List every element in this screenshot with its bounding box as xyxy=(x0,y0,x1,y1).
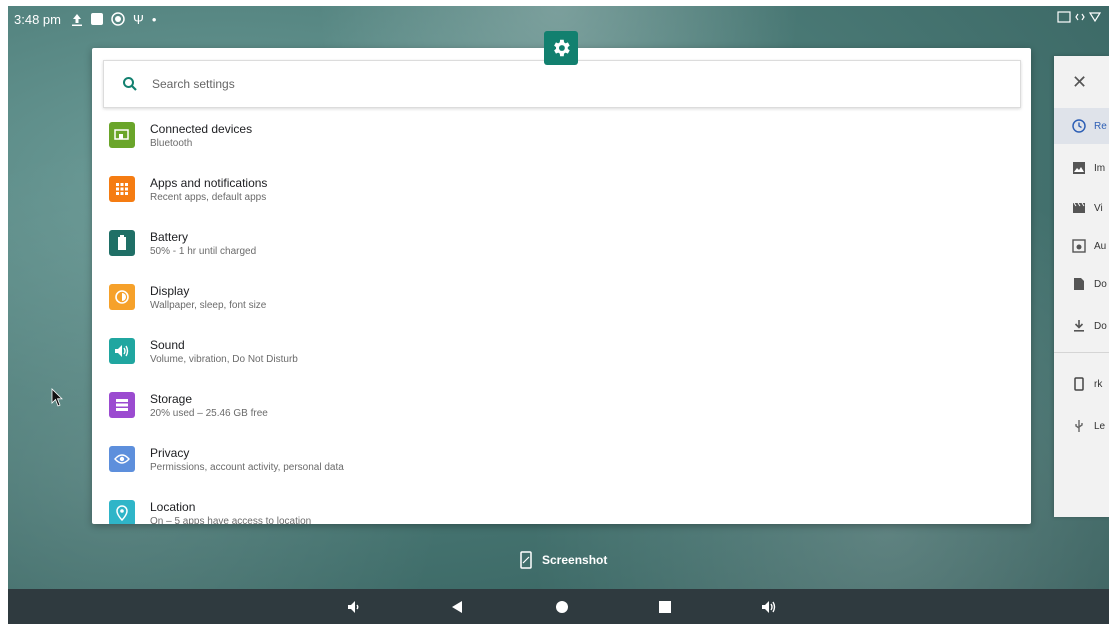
display-icon xyxy=(109,284,135,310)
back-button[interactable] xyxy=(448,598,466,616)
recent-icon xyxy=(1072,119,1086,133)
screenshot-label: Screenshot xyxy=(542,553,608,567)
downloads-icon xyxy=(1074,320,1084,332)
settings-window: Connected devices Bluetooth Apps and not… xyxy=(92,48,1031,524)
search-icon xyxy=(123,77,137,91)
item-title: Location xyxy=(150,500,196,514)
dot-icon: • xyxy=(151,11,157,27)
drawer-item-videos[interactable]: Vi xyxy=(1054,190,1109,226)
usb-debug-icon: Ψ xyxy=(132,11,144,27)
drawer-item-audio[interactable]: Au xyxy=(1054,228,1109,264)
item-subtitle: 20% used – 25.46 GB free xyxy=(150,408,268,419)
phone-icon xyxy=(1074,377,1084,391)
videos-icon xyxy=(1073,202,1085,213)
item-subtitle: Permissions, account activity, personal … xyxy=(150,462,344,473)
drawer-item-label: Au xyxy=(1094,240,1107,252)
apps-icon xyxy=(109,176,135,202)
home-icon xyxy=(556,601,568,613)
privacy-icon xyxy=(109,446,135,472)
drawer-item-downloads[interactable]: Do xyxy=(1054,308,1109,344)
search-bar[interactable] xyxy=(103,60,1021,108)
settings-item-display[interactable]: Display Wallpaper, sleep, font size xyxy=(92,276,1031,330)
images-icon xyxy=(1073,162,1085,174)
navigation-bar xyxy=(8,589,1109,624)
audio-icon xyxy=(1072,239,1086,253)
recents-button[interactable] xyxy=(656,598,674,616)
drawer-item-label: Do xyxy=(1094,278,1107,290)
drawer-item-label: Le xyxy=(1094,420,1106,432)
volume-up-icon xyxy=(762,601,776,613)
item-title: Sound xyxy=(150,338,185,352)
item-subtitle: Volume, vibration, Do Not Disturb xyxy=(150,354,298,365)
status-time: 3:48 pm xyxy=(14,11,61,27)
screen-record-icon xyxy=(111,12,125,26)
settings-item-connected-devices[interactable]: Connected devices Bluetooth xyxy=(92,114,1031,168)
search-input[interactable] xyxy=(150,76,754,92)
sound-icon xyxy=(109,338,135,364)
back-icon xyxy=(452,601,462,613)
drawer-item-documents[interactable]: Do xyxy=(1054,266,1109,302)
drawer-item-recent[interactable]: Re xyxy=(1054,108,1109,144)
screenshot-icon xyxy=(520,551,532,569)
screenshot-chip[interactable]: Screenshot xyxy=(520,551,607,569)
wifi-icon xyxy=(1089,12,1101,23)
item-subtitle: On – 5 apps have access to location xyxy=(150,516,312,524)
settings-item-privacy[interactable]: Privacy Permissions, account activity, p… xyxy=(92,438,1031,492)
drawer-item-device[interactable]: rk xyxy=(1054,366,1109,402)
item-title: Connected devices xyxy=(150,122,253,136)
drawer-divider xyxy=(1054,352,1109,353)
item-title: Display xyxy=(150,284,190,298)
item-subtitle: Wallpaper, sleep, font size xyxy=(150,300,267,311)
drawer-item-images[interactable]: Im xyxy=(1054,150,1109,186)
item-title: Storage xyxy=(150,392,193,406)
status-bar: 3:48 pm Ψ • xyxy=(8,6,1109,32)
file-picker-drawer: ✕ Re Im Vi Au Do Do rk Le xyxy=(1054,56,1109,517)
documents-icon xyxy=(1074,278,1084,290)
upload-icon xyxy=(71,13,82,26)
settings-app-icon[interactable] xyxy=(544,31,578,65)
item-title: Battery xyxy=(150,230,189,244)
drawer-item-label: rk xyxy=(1094,378,1103,390)
battery-icon xyxy=(109,230,135,256)
drawer-item-label: Do xyxy=(1094,320,1107,332)
drawer-item-label: Im xyxy=(1094,162,1106,174)
item-subtitle: Recent apps, default apps xyxy=(150,192,267,203)
item-title: Privacy xyxy=(150,446,190,460)
drawer-item-label: Vi xyxy=(1094,202,1103,214)
settings-list: Connected devices Bluetooth Apps and not… xyxy=(92,114,1031,524)
settings-item-storage[interactable]: Storage 20% used – 25.46 GB free xyxy=(92,384,1031,438)
mouse-cursor-icon xyxy=(51,388,63,407)
recents-icon xyxy=(659,601,671,613)
item-title: Apps and notifications xyxy=(150,176,268,190)
location-icon xyxy=(109,500,135,524)
storage-icon xyxy=(109,392,135,418)
connected-devices-icon xyxy=(109,122,135,148)
notification-square-icon xyxy=(90,13,103,25)
item-subtitle: Bluetooth xyxy=(150,138,193,149)
volume-down-icon xyxy=(348,601,359,613)
cast-icon xyxy=(1057,11,1071,23)
usb-icon xyxy=(1075,420,1083,432)
volume-down-button[interactable] xyxy=(345,598,363,616)
settings-item-location[interactable]: Location On – 5 apps have access to loca… xyxy=(92,492,1031,524)
volume-up-button[interactable] xyxy=(760,598,778,616)
gear-icon xyxy=(554,39,570,57)
item-subtitle: 50% - 1 hr until charged xyxy=(150,246,257,257)
settings-item-apps[interactable]: Apps and notifications Recent apps, defa… xyxy=(92,168,1031,222)
code-icon xyxy=(1075,13,1085,21)
drawer-item-label: Re xyxy=(1094,120,1107,132)
home-button[interactable] xyxy=(553,598,571,616)
drawer-item-usb[interactable]: Le xyxy=(1054,408,1109,444)
settings-item-sound[interactable]: Sound Volume, vibration, Do Not Disturb xyxy=(92,330,1031,384)
settings-item-battery[interactable]: Battery 50% - 1 hr until charged xyxy=(92,222,1031,276)
close-icon[interactable]: ✕ xyxy=(1072,72,1087,93)
